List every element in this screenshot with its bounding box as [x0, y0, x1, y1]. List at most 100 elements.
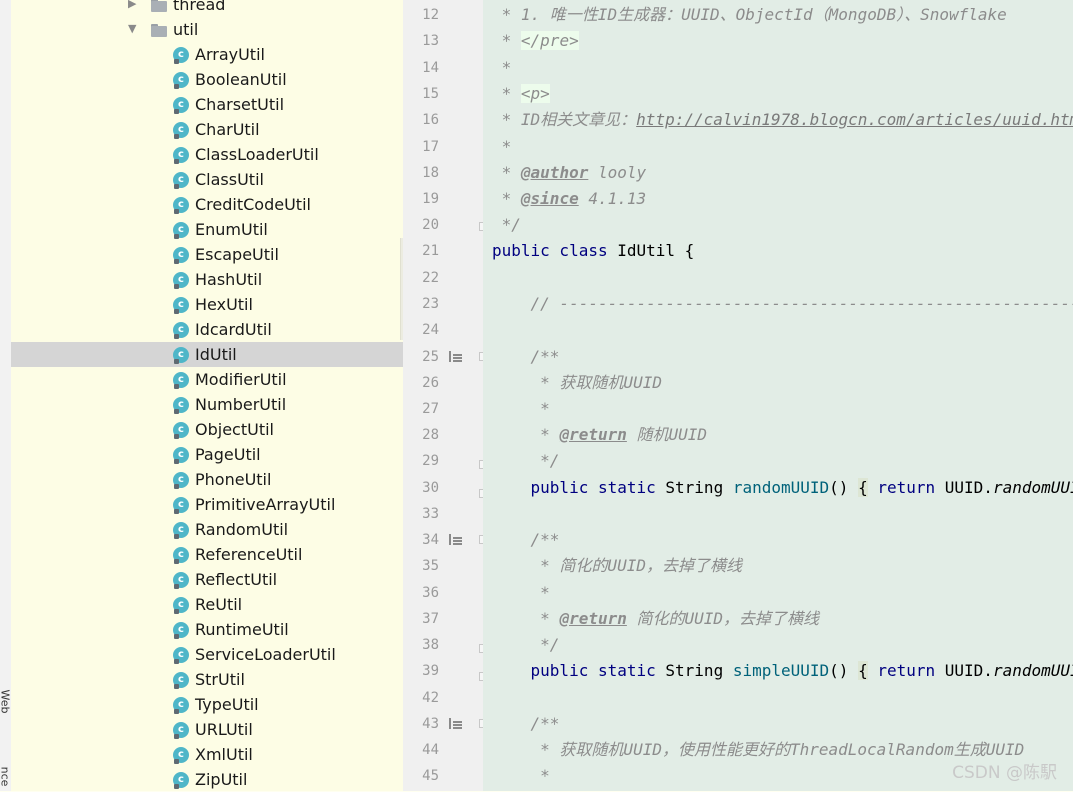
tree-class-item[interactable]: c ModifierUtil [11, 367, 403, 392]
tree-class-label: ReflectUtil [195, 570, 278, 589]
tree-class-item[interactable]: c EscapeUtil [11, 242, 403, 267]
tree-class-item[interactable]: c PhoneUtil [11, 467, 403, 492]
tree-class-label: PageUtil [195, 445, 261, 464]
tree-class-item[interactable]: c ObjectUtil [11, 417, 403, 442]
code-line-21: public class IdUtil { [492, 241, 695, 260]
line-number: 42 [422, 690, 439, 706]
tree-class-item[interactable]: c IdUtil [11, 342, 403, 367]
line-number: 15 [422, 86, 439, 102]
class-icon: c [173, 122, 189, 139]
tree-folder-thread[interactable]: ▶ thread [11, 0, 403, 17]
tree-class-item[interactable]: c RandomUtil [11, 517, 403, 542]
tree-class-label: ReferenceUtil [195, 545, 303, 564]
tree-class-label: PrimitiveArrayUtil [195, 495, 336, 514]
class-icon: c [173, 297, 189, 314]
line-number: 12 [422, 7, 439, 23]
tree-class-label: ObjectUtil [195, 420, 274, 439]
class-icon: c [173, 397, 189, 414]
tree-class-label: RandomUtil [195, 520, 289, 539]
tool-tab-label[interactable]: nce [0, 762, 12, 792]
tree-class-item[interactable]: c ReflectUtil [11, 567, 403, 592]
tree-class-label: ModifierUtil [195, 370, 287, 389]
tree-class-item[interactable]: c RuntimeUtil [11, 617, 403, 642]
tree-class-item[interactable]: c ReferenceUtil [11, 542, 403, 567]
doc-comment-icon[interactable] [449, 534, 463, 546]
tree-class-label: ServiceLoaderUtil [195, 645, 336, 664]
class-icon: c [173, 497, 189, 514]
tree-class-item[interactable]: c BooleanUtil [11, 67, 403, 92]
folded-body[interactable]: { [858, 661, 868, 680]
watermark: CSDN @陈駅 [952, 763, 1057, 783]
line-number: 13 [422, 33, 439, 49]
tree-class-label: RuntimeUtil [195, 620, 289, 639]
doc-comment-icon[interactable] [449, 351, 463, 363]
tree-class-label: NumberUtil [195, 395, 287, 414]
tree-class-item[interactable]: c ServiceLoaderUtil [11, 642, 403, 667]
class-icon: c [173, 247, 189, 264]
line-number: 22 [422, 270, 439, 286]
line-number: 26 [422, 375, 439, 391]
folded-body[interactable]: { [858, 478, 868, 497]
tree-class-label: ClassLoaderUtil [195, 145, 319, 164]
tree-class-label: EnumUtil [195, 220, 268, 239]
article-link[interactable]: http://calvin1978.blogcn.com/articles/uu… [636, 110, 1073, 129]
code-line-30: public static String randomUUID() { retu… [530, 478, 1073, 497]
tree-class-item[interactable]: c ClassLoaderUtil [11, 142, 403, 167]
line-number: 17 [422, 139, 439, 155]
chevron-right-icon[interactable]: ▶ [128, 0, 136, 10]
class-icon: c [173, 772, 189, 789]
tree-class-label: TypeUtil [195, 695, 259, 714]
tree-class-item[interactable]: c IdcardUtil [11, 317, 403, 342]
tree-folder-label: util [173, 20, 199, 39]
tree-class-item[interactable]: c ZipUtil [11, 767, 403, 791]
tree-class-item[interactable]: c CharUtil [11, 117, 403, 142]
code-editor[interactable]: * 1. 唯一性ID生成器：UUID、ObjectId（MongoDB）、Sno… [483, 0, 1073, 791]
class-icon: c [173, 547, 189, 564]
doc-comment-icon[interactable] [449, 718, 463, 730]
line-number: 36 [422, 585, 439, 601]
line-number: 37 [422, 611, 439, 627]
line-number: 38 [422, 637, 439, 653]
code-line-44: * 获取随机UUID，使用性能更好的ThreadLocalRandom生成UUI… [492, 740, 1025, 759]
code-line-39: public static String simpleUUID() { retu… [530, 661, 1073, 680]
tree-class-item[interactable]: c XmlUtil [11, 742, 403, 767]
line-number: 24 [422, 322, 439, 338]
class-icon: c [173, 322, 189, 339]
line-number: 35 [422, 558, 439, 574]
tree-class-item[interactable]: c TypeUtil [11, 692, 403, 717]
tree-class-item[interactable]: c HashUtil [11, 267, 403, 292]
tree-class-item[interactable]: c ArrayUtil [11, 42, 403, 67]
tree-class-label: BooleanUtil [195, 70, 287, 89]
tree-class-item[interactable]: c ReUtil [11, 592, 403, 617]
tree-class-label: ArrayUtil [195, 45, 265, 64]
tree-class-label: ClassUtil [195, 170, 264, 189]
tree-class-item[interactable]: c HexUtil [11, 292, 403, 317]
code-line-38: */ [492, 635, 560, 654]
tree-class-label: IdcardUtil [195, 320, 272, 339]
line-number: 28 [422, 427, 439, 443]
tree-class-item[interactable]: c ClassUtil [11, 167, 403, 192]
tree-class-item[interactable]: c URLUtil [11, 717, 403, 742]
line-number: 14 [422, 60, 439, 76]
class-icon: c [173, 447, 189, 464]
chevron-down-icon[interactable]: ▼ [128, 23, 136, 35]
class-icon: c [173, 472, 189, 489]
line-number: 16 [422, 112, 439, 128]
line-number: 27 [422, 401, 439, 417]
tree-class-item[interactable]: c PrimitiveArrayUtil [11, 492, 403, 517]
tree-class-label: StrUtil [195, 670, 245, 689]
line-number: 44 [422, 742, 439, 758]
tree-class-item[interactable]: c EnumUtil [11, 217, 403, 242]
editor-gutter: 12 13 14 15 16 17 18 19 20 21 22 23 24 25 26 27 28 29 30 33… [403, 0, 488, 791]
tree-class-item[interactable]: c PageUtil [11, 442, 403, 467]
code-line-13: * </pre> [492, 31, 579, 50]
web-tool-tab[interactable]: Web [0, 687, 12, 717]
tree-class-item[interactable]: c CharsetUtil [11, 92, 403, 117]
code-line-20: */ [492, 215, 521, 234]
tree-class-item[interactable]: c NumberUtil [11, 392, 403, 417]
tree-class-item[interactable]: c CreditCodeUtil [11, 192, 403, 217]
tree-folder-util[interactable]: ▼ util [11, 17, 403, 42]
class-icon: c [173, 347, 189, 364]
tree-class-item[interactable]: c StrUtil [11, 667, 403, 692]
line-number: 45 [422, 768, 439, 784]
